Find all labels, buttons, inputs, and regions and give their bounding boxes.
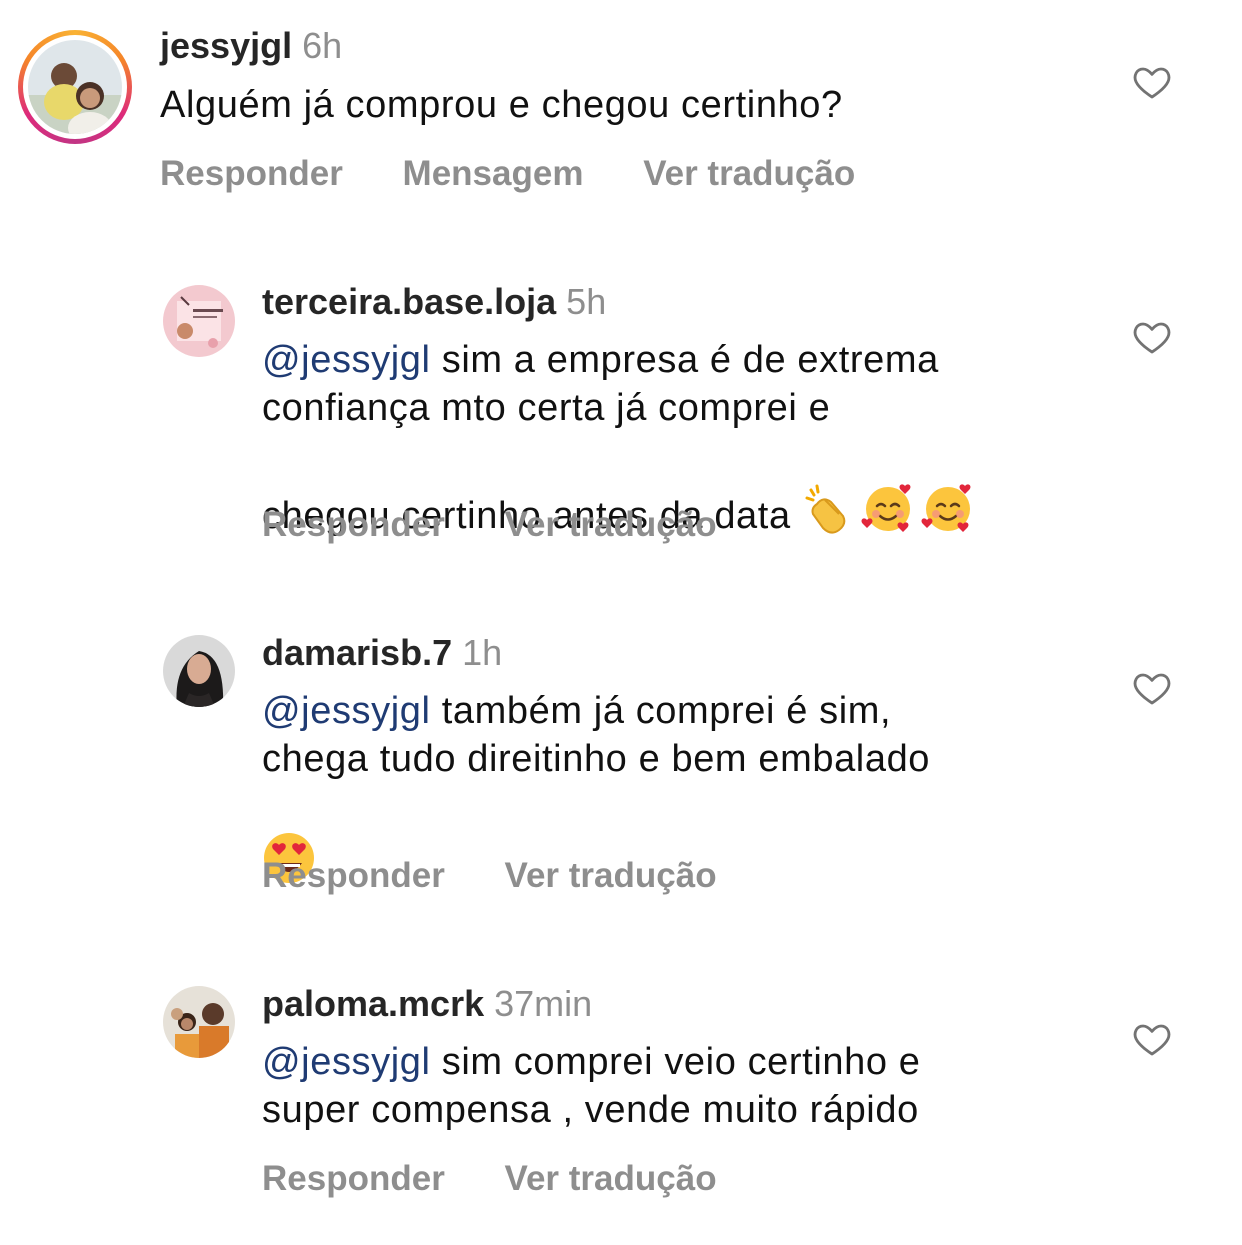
username[interactable]: damarisb.7: [262, 632, 452, 673]
timestamp: 1h: [462, 632, 503, 673]
comment-jessyjgl: jessyjgl 6h Alguém já comprou e chegou ce…: [0, 0, 1242, 230]
reply-damarisb-7: damarisb.7 1h @jessyjgl também já comprei…: [0, 620, 1242, 920]
reply-button[interactable]: Responder: [262, 1159, 445, 1199]
comment-header: paloma.mcrk 37min: [262, 984, 592, 1024]
comment-actions: Responder Ver tradução: [262, 856, 767, 896]
mention-link[interactable]: @jessyjgl: [262, 339, 431, 381]
comment-actions: Responder Ver tradução: [262, 1159, 767, 1199]
heart-outline-icon[interactable]: [1132, 62, 1172, 102]
timestamp: 5h: [566, 281, 607, 322]
mention-link[interactable]: @jessyjgl: [262, 1041, 431, 1083]
avatar-story-ring[interactable]: [18, 30, 132, 144]
see-translation-button[interactable]: Ver tradução: [505, 505, 717, 545]
heart-outline-icon[interactable]: [1132, 668, 1172, 708]
see-translation-button[interactable]: Ver tradução: [505, 1159, 717, 1199]
smiling-face-with-hearts-icon: [861, 432, 915, 546]
message-button[interactable]: Mensagem: [403, 154, 584, 194]
comment-text: @jessyjgl sim comprei veio certinho e su…: [262, 1038, 920, 1134]
avatar[interactable]: [163, 635, 235, 707]
timestamp: 6h: [302, 25, 343, 66]
reply-paloma-mcrk: paloma.mcrk 37min @jessyjgl sim comprei v…: [0, 970, 1242, 1230]
reply-terceira-base-loja: terceira.base.loja 5h @jessyjgl sim a emp…: [0, 270, 1242, 570]
reply-button[interactable]: Responder: [262, 856, 445, 896]
username[interactable]: paloma.mcrk: [262, 983, 484, 1024]
comment-actions: Responder Ver tradução: [262, 505, 767, 545]
avatar[interactable]: [163, 285, 235, 357]
comment-header: damarisb.7 1h: [262, 633, 502, 673]
reply-button[interactable]: Responder: [262, 505, 445, 545]
timestamp: 37min: [494, 983, 593, 1024]
comment-header: jessyjgl 6h: [160, 26, 342, 66]
avatar: [28, 40, 122, 134]
heart-outline-icon[interactable]: [1132, 317, 1172, 357]
comment-header: terceira.base.loja 5h: [262, 282, 606, 322]
heart-outline-icon[interactable]: [1132, 1019, 1172, 1059]
see-translation-button[interactable]: Ver tradução: [643, 154, 855, 194]
username[interactable]: jessyjgl: [160, 25, 292, 66]
avatar[interactable]: [163, 986, 235, 1058]
username[interactable]: terceira.base.loja: [262, 281, 556, 322]
smiling-face-with-hearts-icon: [921, 432, 975, 546]
clapping-hands-icon: [803, 434, 855, 546]
see-translation-button[interactable]: Ver tradução: [505, 856, 717, 896]
comment-actions: Responder Mensagem Ver tradução: [160, 154, 905, 194]
mention-link[interactable]: @jessyjgl: [262, 690, 431, 732]
comment-text: Alguém já comprou e chegou certinho?: [160, 84, 843, 126]
reply-button[interactable]: Responder: [160, 154, 343, 194]
